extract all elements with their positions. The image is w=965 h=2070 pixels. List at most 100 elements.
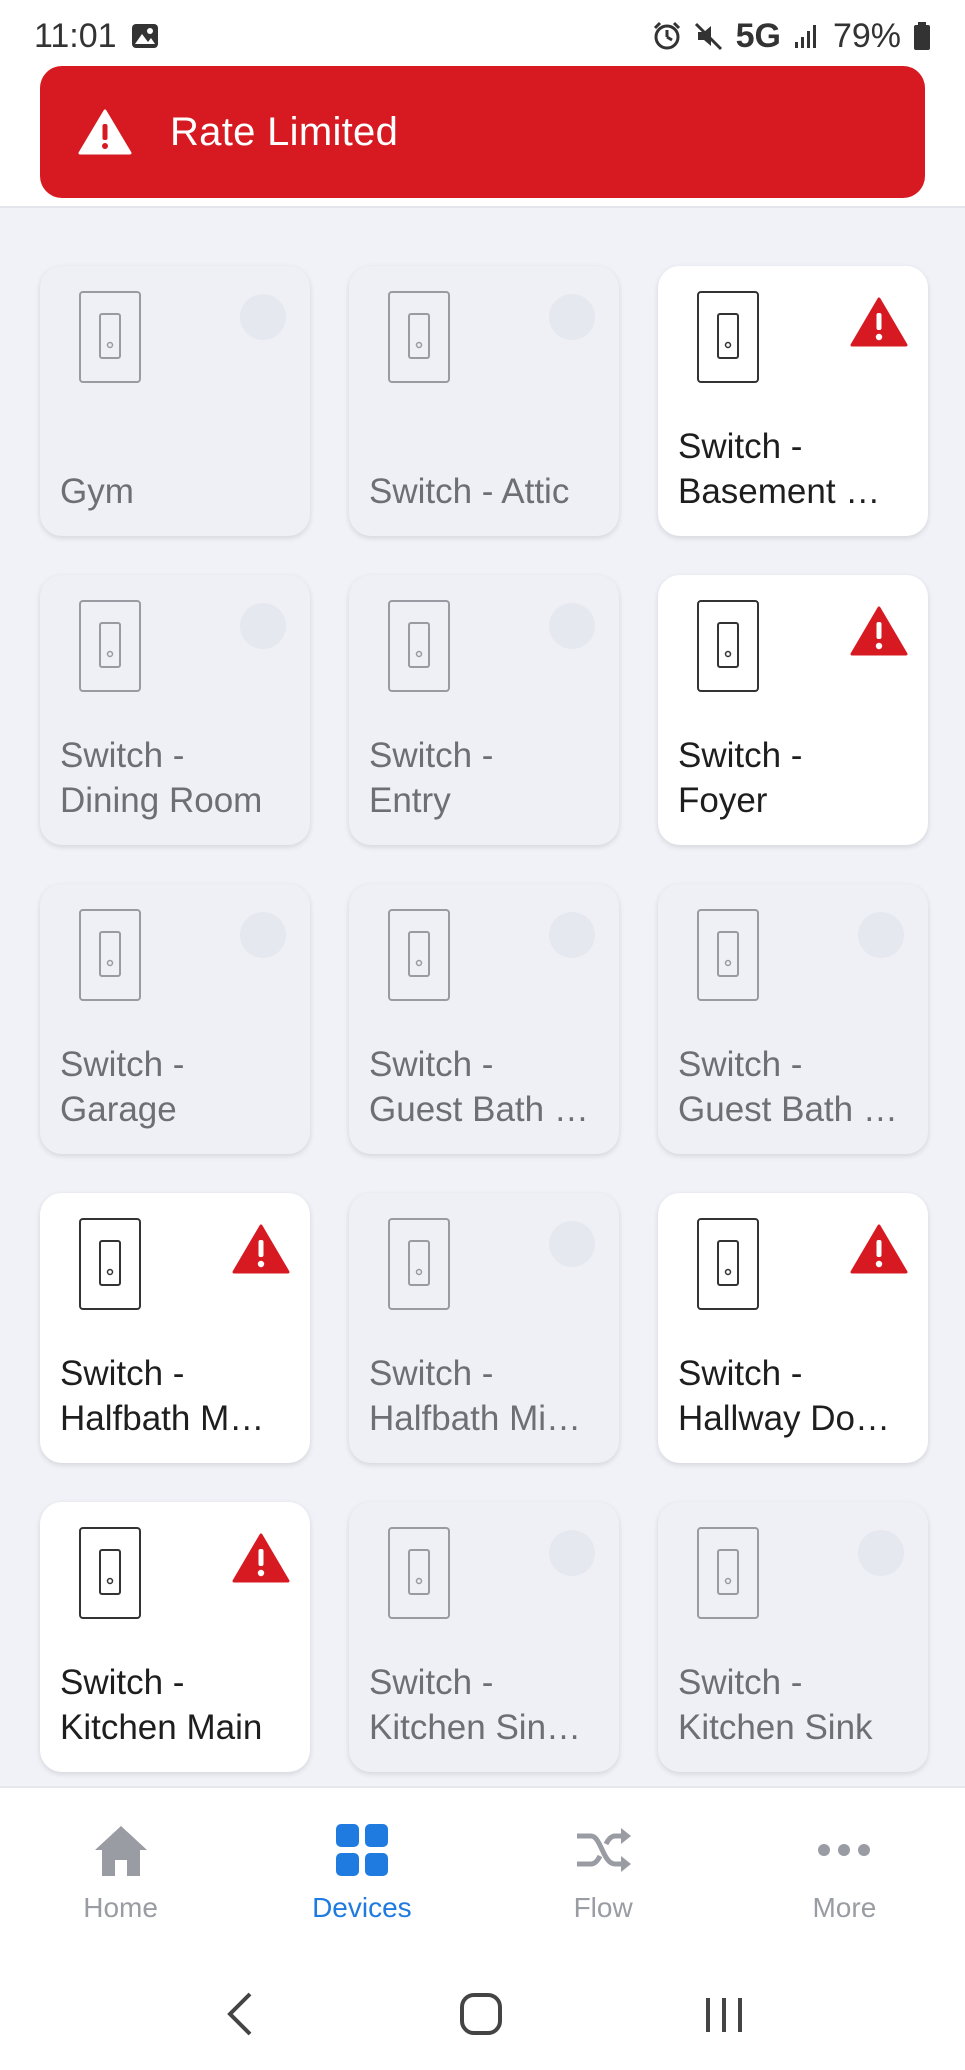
state-indicator: [549, 603, 595, 649]
warning-icon: [232, 1224, 290, 1274]
nav-more[interactable]: More: [724, 1788, 965, 1958]
device-name: Switch - Entry: [369, 736, 494, 820]
light-switch-icon: [697, 291, 759, 383]
light-switch-icon: [697, 1218, 759, 1310]
nav-home-label: Home: [83, 1892, 158, 1923]
warning-badge: [232, 1532, 290, 1589]
light-switch-icon: [79, 1527, 141, 1619]
switch-icon-wrap: [78, 290, 142, 389]
device-name: Gym: [60, 472, 134, 511]
switch-icon-wrap: [78, 599, 142, 698]
header: Rate Limited: [0, 66, 965, 208]
switch-icon-wrap: [696, 290, 760, 389]
device-tile[interactable]: Switch - Hallway Do…: [658, 1193, 928, 1463]
state-indicator: [240, 603, 286, 649]
switch-icon-wrap: [78, 1217, 142, 1316]
device-tile[interactable]: Switch - Foyer: [658, 575, 928, 845]
signal-icon: [794, 25, 816, 48]
device-name: Switch - Hallway Do…: [678, 1354, 890, 1438]
device-grid: Gym Switch - Attic Switch - Basement … S…: [40, 266, 928, 1772]
warning-icon: [850, 1224, 908, 1274]
device-tile[interactable]: Switch - Kitchen Sink: [658, 1502, 928, 1772]
switch-icon-wrap: [78, 1526, 142, 1625]
status-time: 11:01: [34, 16, 117, 55]
rate-limit-banner[interactable]: Rate Limited: [40, 66, 925, 198]
nav-more-label: More: [812, 1892, 877, 1923]
home-circle-icon[interactable]: [459, 1992, 503, 2036]
state-indicator: [549, 1221, 595, 1267]
battery-icon: [914, 22, 930, 50]
home-icon: [94, 1826, 147, 1876]
device-tile[interactable]: Switch - Kitchen Main: [40, 1502, 310, 1772]
device-tile[interactable]: Switch - Dining Room: [40, 575, 310, 845]
state-indicator: [858, 1530, 904, 1576]
device-name: Switch - Dining Room: [60, 736, 263, 820]
device-tile[interactable]: Switch - Guest Bath …: [349, 884, 619, 1154]
mute-icon: [694, 22, 722, 51]
switch-icon-wrap: [387, 599, 451, 698]
state-indicator: [240, 912, 286, 958]
light-switch-icon: [697, 1527, 759, 1619]
nav-flow-label: Flow: [573, 1892, 633, 1923]
devices-grid-icon: [335, 1824, 388, 1876]
nav-devices-label: Devices: [312, 1892, 412, 1923]
device-tile[interactable]: Gym: [40, 266, 310, 536]
nav-home[interactable]: Home: [0, 1788, 241, 1958]
switch-icon-wrap: [387, 1526, 451, 1625]
switch-icon-wrap: [696, 599, 760, 698]
status-bar: 11:01 5G 79%: [0, 0, 965, 72]
device-name: Switch - Guest Bath …: [369, 1045, 589, 1129]
flow-shuffle-icon: [577, 1828, 632, 1872]
nav-devices[interactable]: Devices: [241, 1788, 482, 1958]
switch-icon-wrap: [696, 1526, 760, 1625]
back-icon[interactable]: [220, 1989, 260, 2039]
device-tile[interactable]: Switch - Guest Bath …: [658, 884, 928, 1154]
device-name: Switch - Garage: [60, 1045, 185, 1129]
warning-icon: [232, 1533, 290, 1583]
device-tile[interactable]: Switch - Basement …: [658, 266, 928, 536]
network-type: 5G: [735, 16, 781, 55]
warning-icon: [78, 109, 132, 155]
bottom-nav: Home Devices Flow More: [0, 1786, 965, 1958]
switch-icon-wrap: [696, 1217, 760, 1316]
light-switch-icon: [388, 909, 450, 1001]
device-name: Switch - Attic: [369, 472, 570, 511]
more-dots-icon: [818, 1844, 871, 1856]
device-tile[interactable]: Switch - Garage: [40, 884, 310, 1154]
device-tile[interactable]: Switch - Kitchen Sin…: [349, 1502, 619, 1772]
light-switch-icon: [79, 909, 141, 1001]
device-name: Switch - Basement …: [678, 427, 881, 511]
switch-icon-wrap: [387, 290, 451, 389]
switch-icon-wrap: [387, 1217, 451, 1316]
switch-icon-wrap: [387, 908, 451, 1007]
state-indicator: [549, 294, 595, 340]
device-tile[interactable]: Switch - Halfbath Mi…: [349, 1193, 619, 1463]
banner-text: Rate Limited: [170, 109, 399, 154]
warning-badge: [850, 1223, 908, 1280]
state-indicator: [240, 294, 286, 340]
device-tile[interactable]: Switch - Entry: [349, 575, 619, 845]
light-switch-icon: [388, 1218, 450, 1310]
recents-icon[interactable]: [702, 1992, 746, 2036]
device-name: Switch - Guest Bath …: [678, 1045, 898, 1129]
light-switch-icon: [388, 1527, 450, 1619]
switch-icon-wrap: [78, 908, 142, 1007]
battery-percent: 79%: [832, 16, 901, 55]
light-switch-icon: [388, 600, 450, 692]
switch-icon-wrap: [696, 908, 760, 1007]
state-indicator: [858, 912, 904, 958]
gallery-icon: [131, 24, 158, 48]
nav-flow[interactable]: Flow: [483, 1788, 724, 1958]
device-name: Switch - Foyer: [678, 736, 803, 820]
state-indicator: [549, 1530, 595, 1576]
device-name: Switch - Kitchen Sink: [678, 1663, 873, 1747]
system-nav: [0, 1958, 965, 2070]
device-tile[interactable]: Switch - Halfbath M…: [40, 1193, 310, 1463]
device-name: Switch - Halfbath Mi…: [369, 1354, 582, 1438]
light-switch-icon: [697, 600, 759, 692]
alarm-icon: [653, 21, 680, 50]
light-switch-icon: [388, 291, 450, 383]
device-name: Switch - Kitchen Main: [60, 1663, 263, 1747]
warning-icon: [850, 606, 908, 656]
device-tile[interactable]: Switch - Attic: [349, 266, 619, 536]
